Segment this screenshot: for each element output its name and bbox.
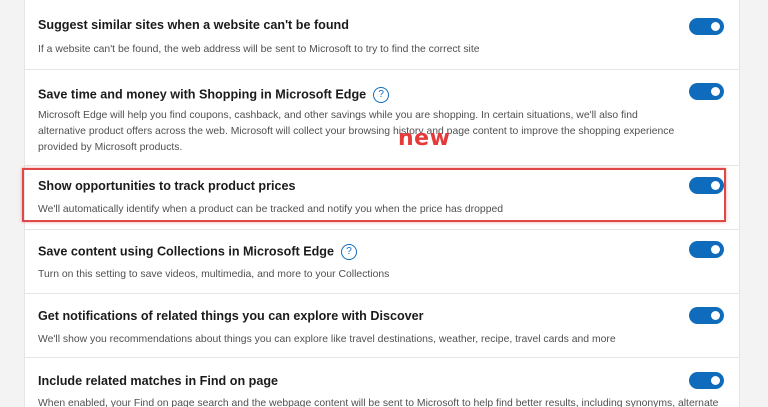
toggle-knob — [711, 181, 720, 190]
setting-title: Save content using Collections in Micros… — [38, 244, 334, 259]
setting-title: Show opportunities to track product pric… — [38, 179, 296, 193]
toggle-knob — [711, 311, 720, 320]
setting-row-find-on-page: Include related matches in Find on page … — [25, 358, 739, 407]
toggle-knob — [711, 376, 720, 385]
setting-title: Save time and money with Shopping in Mic… — [38, 87, 367, 102]
setting-title: Get notifications of related things you … — [38, 309, 424, 323]
setting-description: Turn on this setting to save videos, mul… — [38, 269, 390, 280]
track-prices-toggle[interactable] — [689, 177, 724, 194]
settings-page: Suggest similar sites when a website can… — [0, 0, 768, 407]
toggle-knob — [711, 245, 720, 254]
discover-toggle[interactable] — [689, 307, 724, 324]
setting-description: If a website can't be found, the web add… — [38, 44, 480, 55]
setting-title: Include related matches in Find on page — [38, 374, 279, 388]
find-on-page-toggle[interactable] — [689, 372, 724, 389]
setting-row-suggest-similar-sites: Suggest similar sites when a website can… — [25, 0, 739, 70]
setting-description: Microsoft Edge will help you find coupon… — [38, 110, 675, 153]
shopping-toggle[interactable] — [689, 83, 724, 100]
settings-panel: Suggest similar sites when a website can… — [24, 0, 740, 407]
setting-title-wrap: Save content using Collections in Micros… — [38, 244, 357, 260]
new-annotation-label: new — [398, 126, 451, 151]
collections-toggle[interactable] — [689, 241, 724, 258]
setting-title: Suggest similar sites when a website can… — [38, 18, 349, 32]
setting-description: When enabled, your Find on page search a… — [38, 398, 718, 407]
setting-description: We'll show you recommendations about thi… — [38, 334, 616, 345]
setting-description: We'll automatically identify when a prod… — [38, 204, 504, 215]
suggest-similar-sites-toggle[interactable] — [689, 18, 724, 35]
toggle-knob — [711, 87, 720, 96]
setting-title-wrap: Save time and money with Shopping in Mic… — [38, 87, 390, 103]
setting-row-track-prices: Show opportunities to track product pric… — [25, 166, 739, 230]
setting-row-shopping: Save time and money with Shopping in Mic… — [25, 70, 739, 166]
question-circle-icon[interactable]: ? — [373, 87, 390, 103]
setting-row-discover: Get notifications of related things you … — [25, 294, 739, 358]
toggle-knob — [711, 22, 720, 31]
question-circle-icon[interactable]: ? — [341, 244, 357, 260]
setting-row-collections: Save content using Collections in Micros… — [25, 230, 739, 294]
